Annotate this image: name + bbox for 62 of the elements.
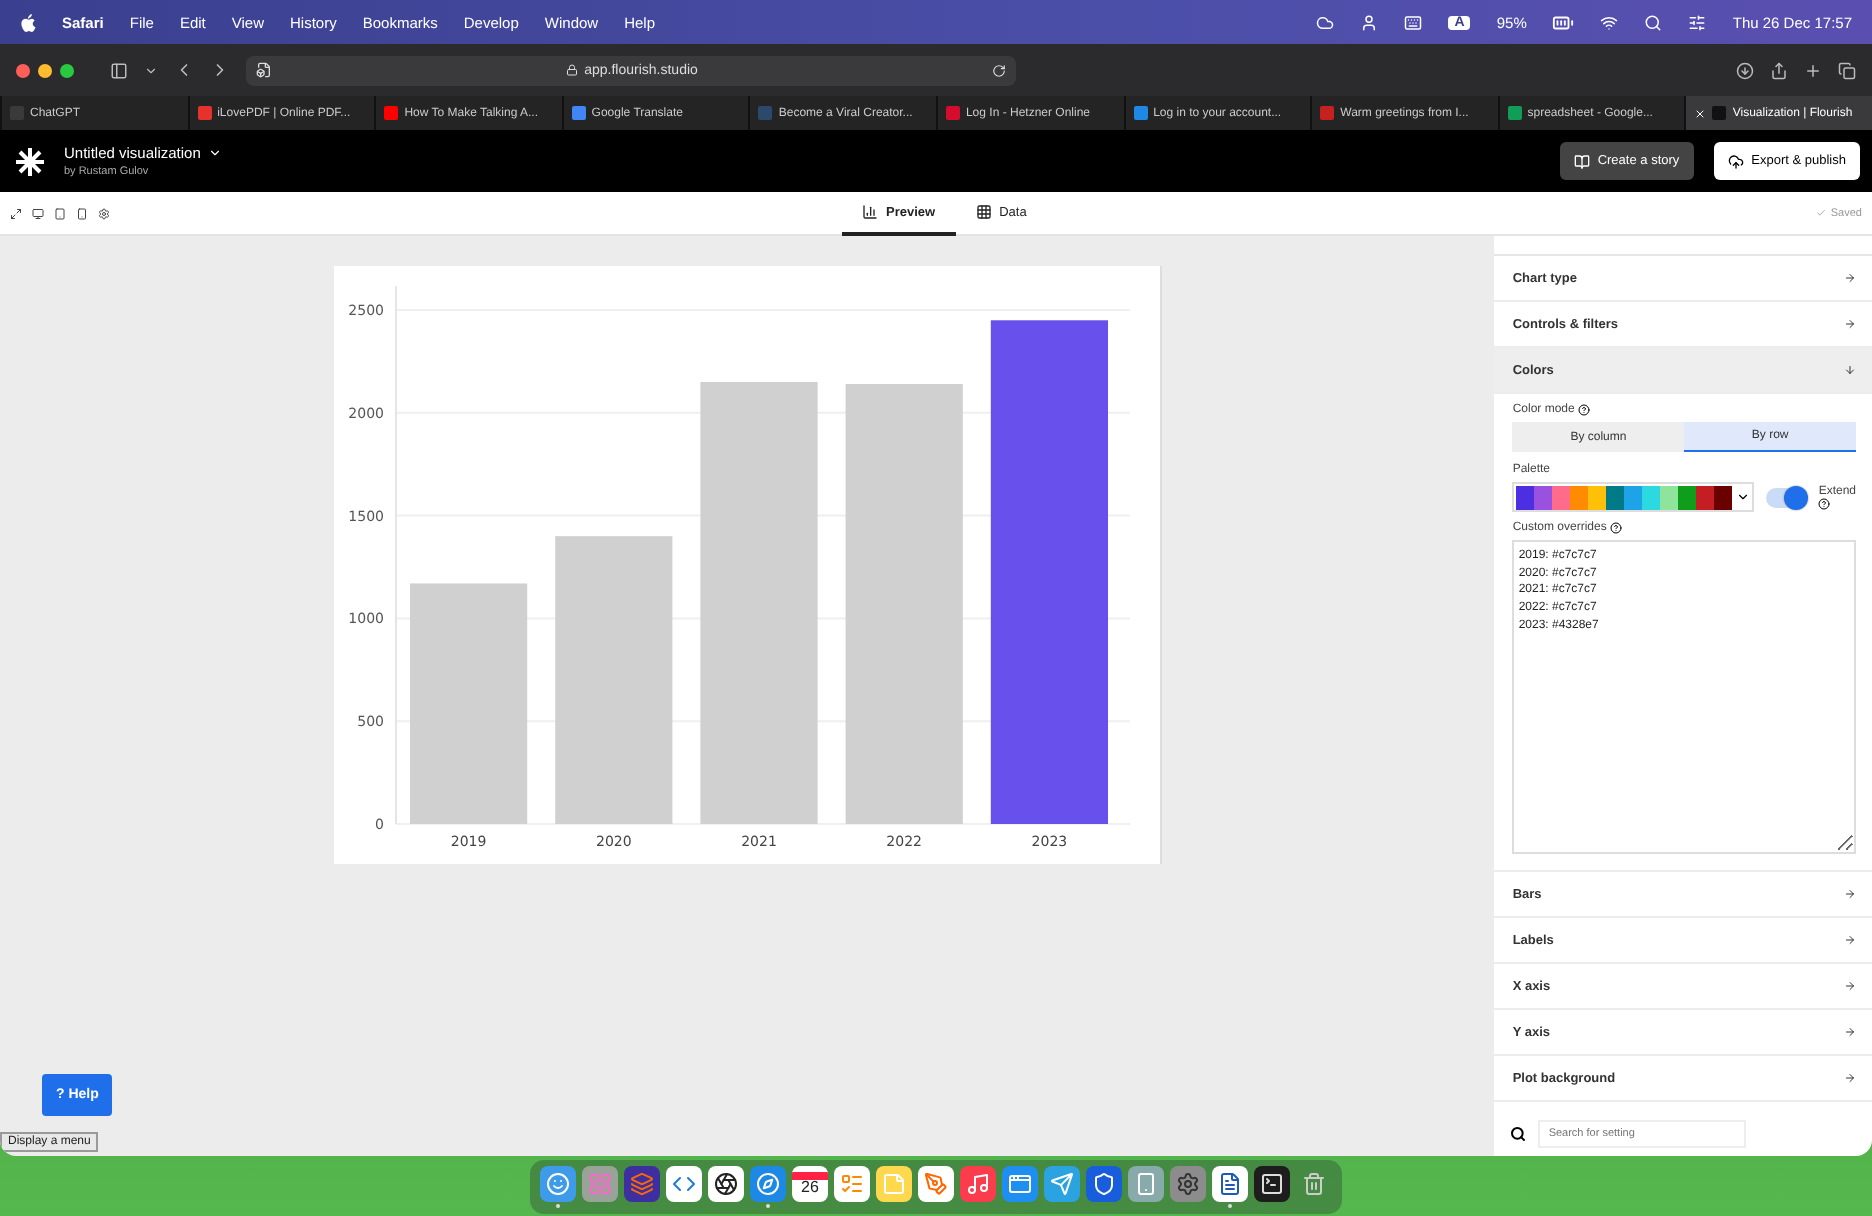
share-icon[interactable] (1770, 61, 1788, 79)
sidebar-icon[interactable] (110, 61, 128, 79)
document-icon[interactable] (1212, 1165, 1248, 1201)
download-icon[interactable] (1736, 61, 1754, 79)
minimize-window-button[interactable] (38, 63, 52, 77)
toggle-switch[interactable] (1766, 487, 1807, 507)
calendar-icon[interactable]: 26 (792, 1165, 828, 1201)
arrow-right-icon (1844, 318, 1856, 330)
person-icon[interactable] (1360, 13, 1379, 31)
zoom-window-button[interactable] (60, 63, 74, 77)
arrow-right-icon (1844, 888, 1856, 900)
tablet-icon[interactable] (54, 207, 66, 219)
settings-icon[interactable] (98, 207, 110, 219)
control-center-icon[interactable] (1688, 13, 1707, 31)
reload-icon[interactable] (992, 63, 1007, 77)
cloud-icon[interactable] (1316, 13, 1335, 31)
apple-logo-icon[interactable] (20, 13, 36, 31)
chevron-down-icon[interactable] (144, 63, 158, 77)
face-icon[interactable] (540, 1165, 576, 1201)
close-window-button[interactable] (16, 63, 30, 77)
monitor-icon[interactable] (32, 207, 44, 219)
arrow-right-icon (1844, 934, 1856, 946)
plane-icon[interactable] (1044, 1165, 1080, 1201)
check-icon (1816, 208, 1827, 218)
help-icon[interactable] (1610, 522, 1623, 534)
cloud-upload-icon (1727, 153, 1744, 169)
list-icon[interactable] (834, 1165, 870, 1201)
search-icon (1510, 1126, 1527, 1142)
layers-icon[interactable] (624, 1165, 660, 1201)
page-icon[interactable] (256, 62, 272, 78)
phone-icon[interactable] (76, 207, 88, 219)
close-icon[interactable] (1694, 107, 1707, 119)
chevron-down-icon (1736, 490, 1751, 504)
compass-icon[interactable] (750, 1165, 786, 1201)
wifi-icon[interactable] (1600, 13, 1619, 31)
notepad-icon[interactable] (876, 1165, 912, 1201)
keyboard-icon[interactable] (1404, 13, 1423, 31)
code-icon[interactable] (666, 1165, 702, 1201)
terminal-icon[interactable] (1254, 1165, 1290, 1201)
palette-select[interactable] (1512, 482, 1755, 512)
asterisk-logo-icon[interactable] (16, 147, 44, 175)
bar-chart-icon (862, 204, 878, 220)
gear-icon[interactable] (1170, 1165, 1206, 1201)
story-icon (1573, 153, 1590, 169)
scribble-icon[interactable] (918, 1165, 954, 1201)
help-icon[interactable] (1578, 404, 1591, 416)
shield-icon[interactable] (1086, 1165, 1122, 1201)
arrow-right-icon (1844, 1026, 1856, 1038)
arrow-right-icon (1844, 272, 1856, 284)
arrow-right-icon (1844, 1072, 1856, 1084)
tabs-icon[interactable] (1838, 61, 1856, 79)
battery-icon[interactable] (1552, 11, 1575, 33)
music-icon[interactable] (960, 1165, 996, 1201)
help-icon[interactable] (1818, 497, 1831, 509)
grid-icon (975, 204, 992, 220)
arrow-right-icon (1844, 980, 1856, 992)
search-icon[interactable] (1644, 13, 1663, 31)
plus-icon[interactable] (1804, 61, 1822, 79)
lock-icon (566, 64, 579, 76)
chevron-down-icon[interactable] (208, 146, 223, 160)
arrow-down-icon (1844, 364, 1856, 376)
phone-icon[interactable] (1128, 1165, 1164, 1201)
